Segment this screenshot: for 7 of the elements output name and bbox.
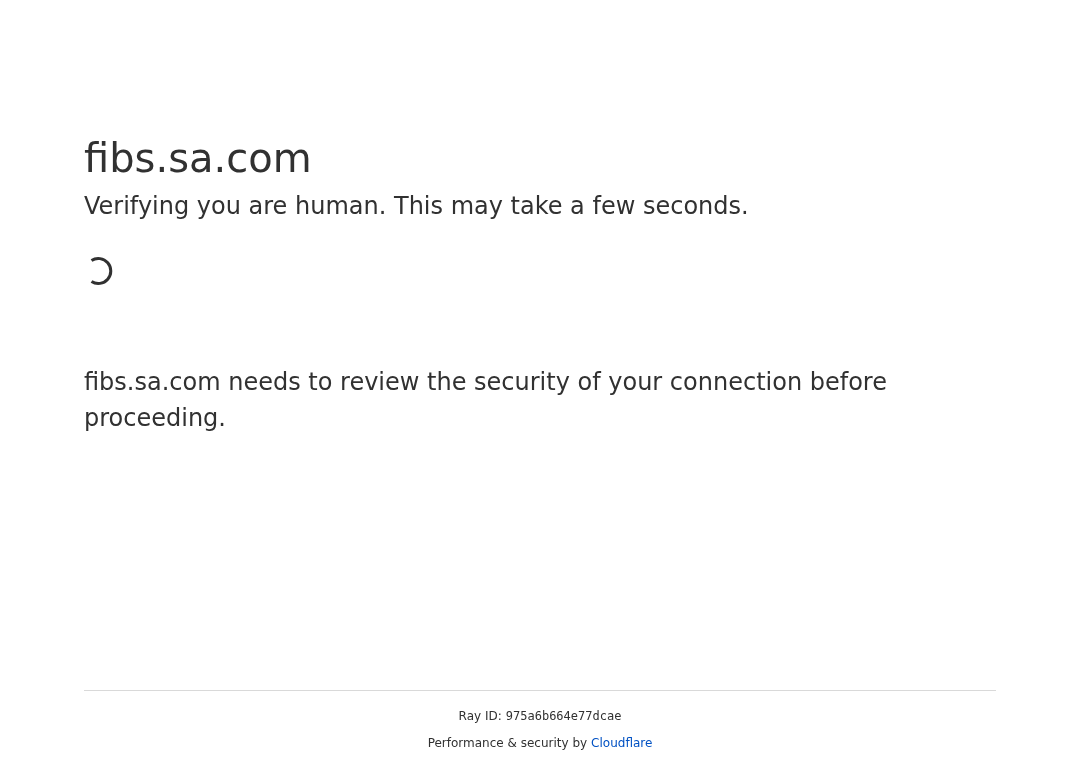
credit-text: Performance & security by	[427, 735, 588, 752]
site-title: fibs.sa.com	[84, 134, 313, 183]
ray-id-value: 975a6b664e77dcae	[505, 708, 622, 725]
security-message: fibs.sa.com needs to review the security of your connection before proceeding.	[84, 367, 888, 434]
ray-id-label: Ray ID:	[458, 708, 502, 725]
cloudflare-link[interactable]: Cloudflare	[591, 734, 653, 752]
verification-heading: Verifying you are human. This may take a few seconds.	[84, 191, 750, 222]
